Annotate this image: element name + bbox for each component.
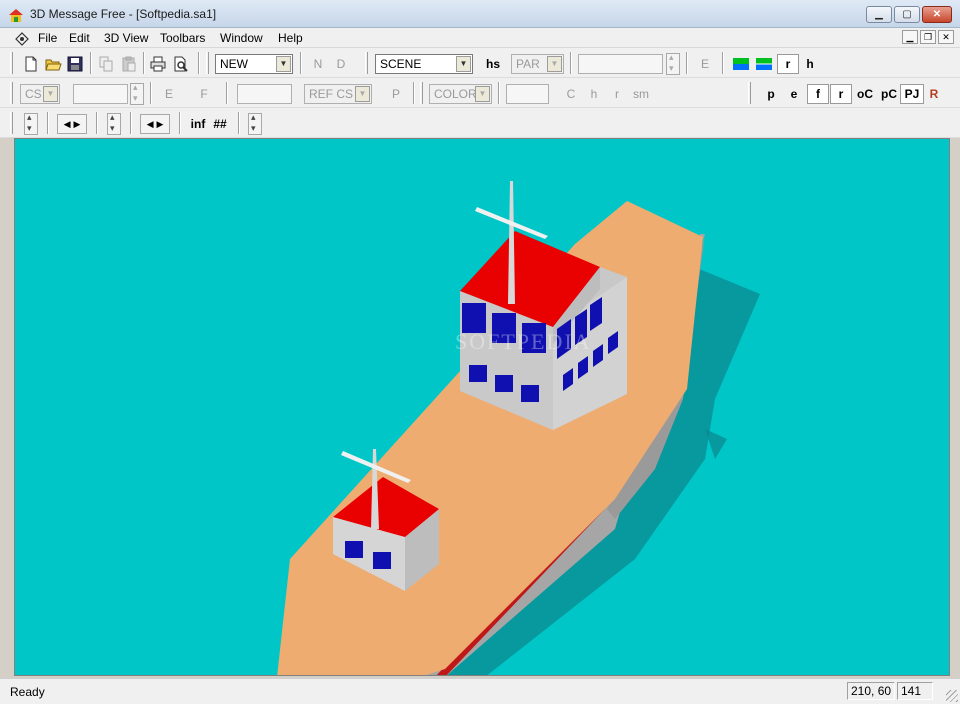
cs-combo-value: CS — [25, 87, 42, 101]
3d-viewport[interactable]: SOFTPEDIA — [14, 138, 950, 676]
open-folder-icon[interactable] — [44, 55, 62, 73]
n-button[interactable]: N — [308, 54, 328, 74]
vertical-spinner-2[interactable] — [107, 112, 121, 135]
paste-icon[interactable] — [120, 55, 138, 73]
sm-button[interactable]: sm — [628, 84, 654, 104]
status-text: Ready — [10, 685, 45, 699]
menu-file[interactable]: File — [38, 31, 57, 45]
mdi-frame-border — [0, 138, 14, 676]
close-button[interactable]: ✕ — [922, 6, 952, 23]
pj-button[interactable]: PJ — [900, 84, 924, 104]
ship-scene[interactable] — [15, 139, 950, 676]
chevron-down-icon[interactable]: ▼ — [276, 56, 291, 72]
cs-value-field[interactable] — [73, 84, 128, 104]
pc-button[interactable]: pC — [877, 84, 901, 104]
scene-combo[interactable]: SCENE ▼ — [375, 54, 473, 74]
inf-button[interactable]: inf — [187, 114, 209, 134]
scene-value-spinner[interactable] — [666, 52, 680, 75]
mdi-close-button[interactable]: ✕ — [938, 30, 954, 44]
e-mode-button[interactable]: e — [784, 84, 804, 104]
ref-cs-combo-value: REF CS — [309, 87, 354, 101]
hs-button[interactable]: hs — [482, 54, 504, 74]
vertical-spinner-3[interactable] — [248, 112, 262, 135]
chevron-down-icon[interactable]: ▼ — [547, 56, 562, 72]
color-value-field[interactable] — [506, 84, 549, 104]
save-icon[interactable] — [66, 55, 84, 73]
ref-value-field[interactable] — [237, 84, 292, 104]
e-button[interactable]: E — [695, 54, 715, 74]
grid-button[interactable]: ## — [210, 114, 230, 134]
f-mode-button[interactable]: f — [807, 84, 829, 104]
r-mode-button[interactable]: r — [830, 84, 852, 104]
r-render-button[interactable]: R — [924, 84, 944, 104]
view-top-icon[interactable] — [731, 55, 751, 73]
cs-value-spinner[interactable] — [130, 82, 144, 105]
toolbar-main: NEW ▼ N D SCENE ▼ hs PAR ▼ E r h — [0, 48, 960, 78]
color-combo-value: COLOR — [434, 87, 477, 101]
ref-cs-combo[interactable]: REF CS ▼ — [304, 84, 372, 104]
chevron-down-icon[interactable]: ▼ — [475, 86, 490, 102]
minimize-button[interactable]: ▁ — [866, 6, 892, 23]
maximize-button[interactable]: ▢ — [894, 6, 920, 23]
chevron-down-icon[interactable]: ▼ — [355, 86, 370, 102]
p-button[interactable]: P — [386, 84, 406, 104]
par-combo-value: PAR — [516, 57, 540, 71]
print-preview-icon[interactable] — [172, 55, 190, 73]
d-button[interactable]: D — [331, 54, 351, 74]
menu-window[interactable]: Window — [220, 31, 263, 45]
e-button-2[interactable]: E — [159, 84, 179, 104]
resize-grip-icon[interactable] — [946, 690, 958, 702]
title-bar: 3D Message Free - [Softpedia.sa1] ▁ ▢ ✕ — [0, 0, 960, 28]
new-file-icon[interactable] — [22, 55, 40, 73]
c-button[interactable]: C — [561, 84, 581, 104]
f-button[interactable]: F — [194, 84, 214, 104]
arrow-left-icon: ◀ — [63, 118, 71, 129]
chevron-down-icon[interactable]: ▼ — [43, 86, 58, 102]
toolbar-properties: CS ▼ E F REF CS ▼ P COLOR ▼ C h r sm p e… — [0, 78, 960, 108]
app-logo-icon — [9, 9, 23, 22]
horizontal-stepper-1[interactable]: ◀ ▶ — [57, 114, 87, 134]
chevron-down-icon[interactable]: ▼ — [456, 56, 471, 72]
status-coords: 210, 60 — [847, 682, 895, 700]
copy-icon[interactable] — [97, 55, 115, 73]
menu-help[interactable]: Help — [278, 31, 303, 45]
arrow-right-icon: ▶ — [156, 118, 164, 129]
document-icon[interactable] — [14, 30, 30, 46]
view-bottom-icon[interactable] — [754, 55, 774, 73]
r-button-2[interactable]: r — [607, 84, 627, 104]
menu-3d-view[interactable]: 3D View — [104, 31, 148, 45]
h-button-2[interactable]: h — [584, 84, 604, 104]
status-bar: Ready 210, 60 141 — [0, 678, 960, 704]
mdi-minimize-button[interactable]: ▁ — [902, 30, 918, 44]
r-toggle-button[interactable]: r — [777, 54, 799, 74]
arrow-left-icon: ◀ — [146, 118, 154, 129]
toolbar-navigation: ◀▶ ◀▶ inf ## — [0, 108, 960, 138]
p-mode-button[interactable]: p — [761, 84, 781, 104]
cs-combo[interactable]: CS ▼ — [20, 84, 60, 104]
status-value: 141 — [897, 682, 933, 700]
print-icon[interactable] — [149, 55, 167, 73]
object-combo-value: NEW — [220, 57, 248, 71]
menu-bar: File Edit 3D View Toolbars Window Help ▁… — [0, 28, 960, 48]
object-combo[interactable]: NEW ▼ — [215, 54, 293, 74]
arrow-right-icon: ▶ — [73, 118, 81, 129]
par-combo[interactable]: PAR ▼ — [511, 54, 564, 74]
menu-edit[interactable]: Edit — [69, 31, 90, 45]
vertical-spinner-1[interactable] — [24, 112, 38, 135]
oc-button[interactable]: oC — [853, 84, 877, 104]
h-button[interactable]: h — [800, 54, 820, 74]
color-combo[interactable]: COLOR ▼ — [429, 84, 492, 104]
window-title: 3D Message Free - [Softpedia.sa1] — [30, 7, 217, 21]
menu-toolbars[interactable]: Toolbars — [160, 31, 205, 45]
scene-combo-value: SCENE — [380, 57, 422, 71]
scene-value-field[interactable] — [578, 54, 663, 74]
watermark-text: SOFTPEDIA — [455, 329, 592, 354]
mdi-restore-button[interactable]: ❐ — [920, 30, 936, 44]
toolbar-grip[interactable] — [10, 52, 13, 74]
horizontal-stepper-2[interactable]: ◀ ▶ — [140, 114, 170, 134]
